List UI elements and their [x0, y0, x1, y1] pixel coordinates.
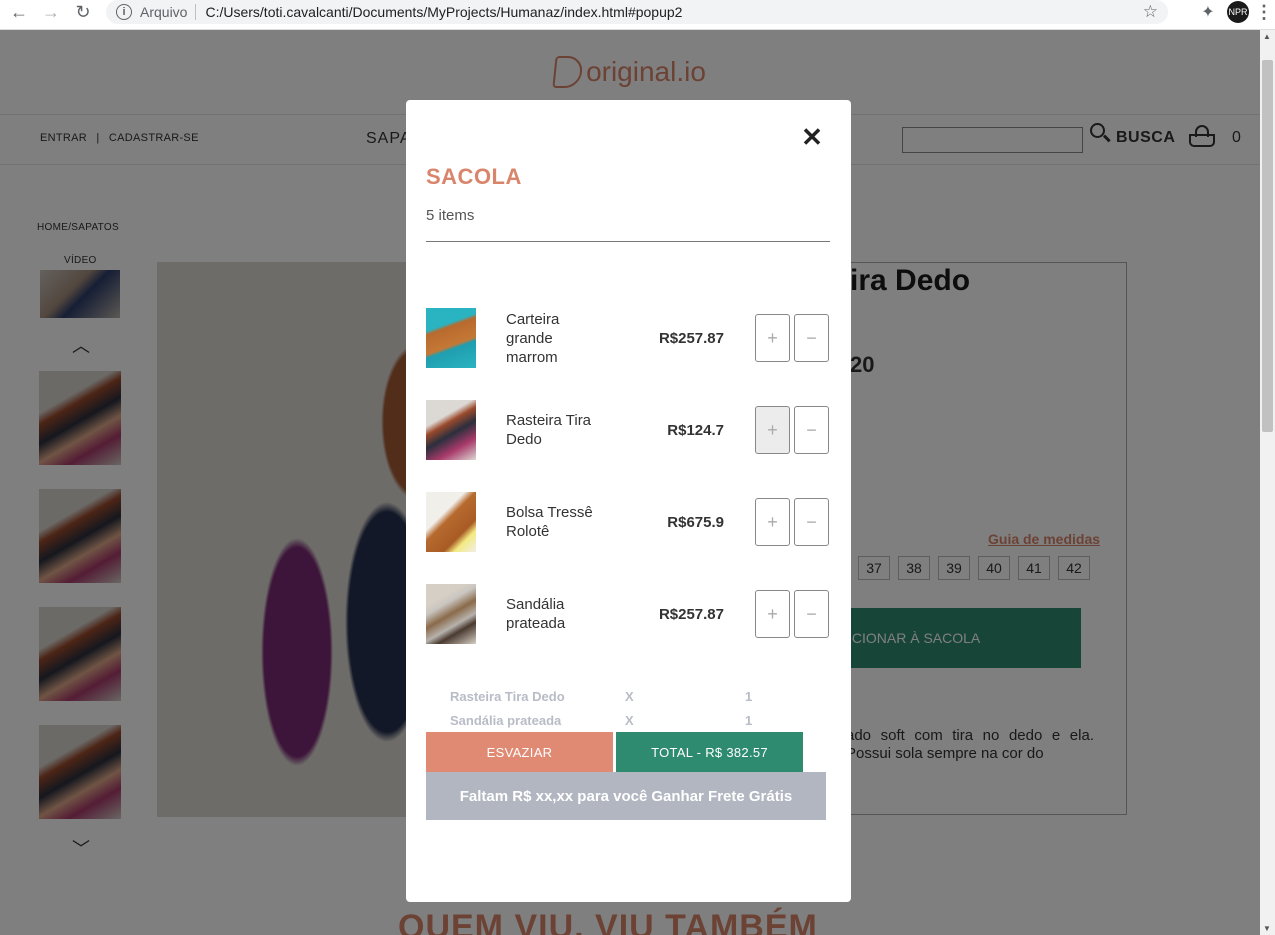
shipping-prefix: Faltam R$ xx,xx para você — [459, 787, 648, 805]
item-image — [426, 308, 476, 368]
item-name: Rasteira Tira Dedo — [506, 412, 592, 448]
increase-qty-button[interactable]: + — [755, 498, 790, 546]
address-divider — [195, 4, 197, 20]
summary-multiplier: X — [625, 713, 634, 728]
extensions-puzzle-icon[interactable]: ✦ — [1197, 1, 1219, 23]
cart-item: Sandália prateada R$257.87 + − — [426, 584, 830, 644]
browser-menu-icon[interactable]: ⋮ — [1253, 1, 1275, 23]
item-image — [426, 492, 476, 552]
item-image — [426, 584, 476, 644]
close-icon[interactable]: ✕ — [801, 122, 823, 152]
item-image — [426, 400, 476, 460]
browser-toolbar: ← → ↻ i Arquivo C:/Users/toti.cavalcanti… — [0, 0, 1275, 30]
cart-item: Bolsa Tressê Rolotê R$675.9 + − — [426, 492, 830, 552]
address-scheme: Arquivo — [140, 4, 188, 20]
decrease-qty-button[interactable]: − — [794, 314, 829, 362]
summary-name: Rasteira Tira Dedo — [450, 689, 565, 704]
item-price: R$257.87 — [658, 606, 724, 623]
decrease-qty-button[interactable]: − — [794, 498, 829, 546]
summary-qty: 1 — [745, 689, 753, 704]
toolbar-right: ✦ NPR ⋮ — [1189, 0, 1275, 24]
summary-name: Sandália prateada — [450, 713, 562, 728]
shipping-highlight: Ganhar Frete Grátis — [651, 787, 793, 805]
increase-qty-button[interactable]: + — [755, 590, 790, 638]
increase-qty-button[interactable]: + — [755, 314, 790, 362]
item-name: Bolsa Tressê Rolotê — [506, 504, 593, 540]
info-icon[interactable]: i — [116, 4, 132, 20]
divider — [426, 241, 830, 242]
profile-avatar[interactable]: NPR — [1227, 1, 1249, 23]
forward-icon[interactable]: → — [37, 0, 65, 24]
item-name: Sandália prateada — [506, 596, 566, 632]
item-price: R$124.7 — [667, 422, 724, 439]
address-bar[interactable]: i Arquivo C:/Users/toti.cavalcanti/Docum… — [106, 0, 1168, 24]
cart-item: Carteira grande marrom R$257.87 + − — [426, 308, 830, 368]
free-shipping-banner: Faltam R$ xx,xx para você Ganhar Frete G… — [426, 772, 826, 820]
address-url[interactable]: C:/Users/toti.cavalcanti/Documents/MyPro… — [205, 4, 682, 20]
back-icon[interactable]: ← — [5, 0, 33, 24]
item-count: 5 items — [426, 207, 475, 224]
item-price: R$675.9 — [667, 514, 724, 531]
reload-icon[interactable]: ↻ — [69, 0, 97, 24]
bookmark-star-icon[interactable]: ☆ — [1143, 2, 1158, 22]
cart-item: Rasteira Tira Dedo R$124.7 + − — [426, 400, 830, 460]
cart-modal: ✕ SACOLA 5 items Carteira grande marrom … — [406, 100, 851, 902]
scroll-up-arrow-icon[interactable]: ▲ — [1263, 32, 1271, 41]
item-name: Carteira grande marrom — [506, 311, 560, 366]
total-button[interactable]: TOTAL - R$ 382.57 — [616, 732, 803, 772]
page-scrollbar[interactable]: ▲ ▼ — [1260, 30, 1275, 935]
decrease-qty-button[interactable]: − — [794, 590, 829, 638]
summary-qty: 1 — [745, 713, 753, 728]
item-price: R$257.87 — [658, 330, 724, 347]
modal-title: SACOLA — [426, 164, 522, 189]
summary-multiplier: X — [625, 689, 634, 704]
increase-qty-button[interactable]: + — [755, 406, 790, 454]
empty-cart-button[interactable]: ESVAZIAR — [426, 732, 613, 772]
scrollbar-thumb[interactable] — [1262, 60, 1273, 432]
scroll-down-arrow-icon[interactable]: ▼ — [1263, 924, 1271, 933]
decrease-qty-button[interactable]: − — [794, 406, 829, 454]
